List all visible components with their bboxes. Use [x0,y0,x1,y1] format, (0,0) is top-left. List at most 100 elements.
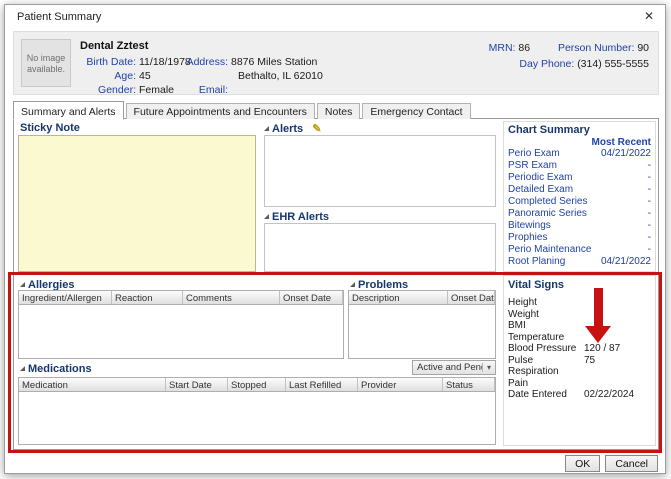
column-header-reaction[interactable]: Reaction [112,291,183,304]
sticky-note-area[interactable] [18,135,256,272]
vital-sign-row: Height [508,297,537,308]
column-header-status[interactable]: Status [443,378,495,391]
day-phone-line: Day Phone: (314) 555-5555 [489,58,649,70]
tab-strip: Summary and Alerts Future Appointments a… [13,100,473,120]
column-header-ingredient-allergen[interactable]: Ingredient/Allergen [19,291,112,304]
vital-sign-row: Pain [508,377,529,389]
dialog-footer: OK Cancel [565,455,658,472]
chart-summary-row: Completed Series - [508,196,651,207]
allergies-table: Ingredient/Allergen Reaction Comments On… [18,290,344,359]
gender-label: Gender: [98,84,136,96]
patient-header: No image available. Dental Zztest Birth … [13,31,659,96]
person-number-label: Person Number: [557,42,635,54]
summary-and-alerts-panel: Sticky Note Alerts ✎ EHR Alerts Chart Sum… [13,118,659,450]
tab-future-appointments-and-encounters[interactable]: Future Appointments and Encounters [125,103,315,119]
column-header-medication[interactable]: Medication [19,378,166,391]
patient-ids: MRN: 86 Person Number: 90 Day Phone: (31… [489,42,649,74]
chart-summary-rows: Perio Exam 04/21/2022 PSR Exam - Periodic … [508,148,651,268]
column-header-provider[interactable]: Provider [358,378,443,391]
problems-table-header: Description Onset Date [349,291,495,305]
most-recent-column-header: Most Recent [591,137,651,148]
medications-table-header: Medication Start Date Stopped Last Refil… [19,378,495,392]
address-label: Address: [186,56,228,68]
titlebar: Patient Summary ✕ [5,5,665,29]
age-label: Age: [114,70,136,82]
day-phone-label: Day Phone: [519,58,575,70]
tab-summary-and-alerts[interactable]: Summary and Alerts [13,101,124,120]
vital-sign-row-blood-pressure: Blood Pressure 120 / 87 [508,343,621,354]
problems-table: Description Onset Date [348,290,496,359]
column-header-onset-date[interactable]: Onset Date [448,291,495,304]
birth-date-label: Birth Date: [86,56,136,68]
chart-summary-row: Prophies - [508,232,651,243]
patient-contact: Address: 8876 Miles Station Bethalto, IL… [182,56,323,96]
vital-sign-row: Respiration [508,366,559,377]
patient-summary-dialog: Patient Summary ✕ No image available. De… [4,4,666,474]
patient-name: Dental Zztest [80,40,149,52]
medications-header: Medications [20,363,92,375]
patient-demographics: Birth Date: 11/18/1978 Age: 45 Gender: F… [78,56,190,96]
column-header-start-date[interactable]: Start Date [166,378,228,391]
chart-summary-row: Detailed Exam - [508,184,651,195]
vital-signs-rows: Height Weight BMI Temperature Blood Pres… [508,297,651,401]
collapse-triangle-icon[interactable] [264,214,269,219]
collapse-triangle-icon[interactable] [350,282,355,287]
window-title: Patient Summary [17,11,102,23]
collapse-triangle-icon[interactable] [20,366,25,371]
day-phone-value: (314) 555-5555 [577,58,649,70]
chart-summary-row: Perio Maintenance - [508,244,651,255]
email-value [231,84,323,96]
vital-sign-row: Temperature [508,331,565,343]
chevron-down-icon: ▾ [482,363,495,372]
vital-signs-section: Vital Signs Height Weight BMI Temperatur… [503,275,656,446]
alerts-list [264,135,496,207]
vital-sign-row: BMI [508,320,526,331]
vital-sign-row-pulse: Pulse 75 [508,354,596,366]
tab-notes[interactable]: Notes [316,103,361,119]
alerts-header: Alerts ✎ [264,122,321,135]
screen: { "window": { "title": "Patient Summary"… [0,0,671,479]
chart-summary-row: Periodic Exam - [508,172,651,183]
chart-summary-row: Bitewings - [508,220,651,231]
vital-sign-row-date-entered: Date Entered 02/22/2024 [508,389,635,400]
mrn-person-line: MRN: 86 Person Number: 90 [489,42,649,54]
chart-summary-row: Root Planing 04/21/2022 [508,256,651,267]
mrn-label: MRN: [488,42,516,54]
close-icon[interactable]: ✕ [644,9,654,23]
chart-summary-row: PSR Exam - [508,160,651,171]
person-number-value: 90 [637,42,649,54]
chart-summary-title: Chart Summary [508,124,590,136]
tab-emergency-contact[interactable]: Emergency Contact [362,103,471,119]
mrn-value: 86 [518,42,531,54]
medications-table: Medication Start Date Stopped Last Refil… [18,377,496,445]
column-header-onset-date[interactable]: Onset Date [280,291,343,304]
address-value-line2: Bethalto, IL 62010 [238,70,323,82]
column-header-description[interactable]: Description [349,291,448,304]
address-label-spacer [182,70,228,82]
email-label: Email: [198,84,228,96]
medications-filter-value: Active and Pending [417,362,482,373]
vital-sign-row: Weight [508,308,539,320]
edit-pencil-icon[interactable]: ✎ [312,123,321,135]
patient-photo-placeholder: No image available. [21,39,71,87]
sticky-note-title: Sticky Note [20,122,80,134]
ehr-alerts-header: EHR Alerts [264,211,329,223]
medications-title: Medications [28,363,92,375]
chart-summary-section: Chart Summary Most Recent Perio Exam 04/2… [503,121,656,272]
collapse-triangle-icon[interactable] [264,126,269,131]
ok-button[interactable]: OK [565,455,601,472]
ehr-alerts-list [264,223,496,272]
cancel-button[interactable]: Cancel [605,455,658,472]
vital-signs-title: Vital Signs [508,279,565,291]
column-header-comments[interactable]: Comments [183,291,280,304]
column-header-stopped[interactable]: Stopped [228,378,286,391]
address-value-line1: 8876 Miles Station [231,56,318,68]
chart-summary-row: Panoramic Series - [508,208,651,219]
chart-summary-row: Perio Exam 04/21/2022 [508,148,651,159]
alerts-title: Alerts [272,123,304,135]
ehr-alerts-title: EHR Alerts [272,211,330,223]
medications-filter-dropdown[interactable]: Active and Pending ▾ [412,360,496,375]
column-header-last-refilled[interactable]: Last Refilled [286,378,358,391]
allergies-table-header: Ingredient/Allergen Reaction Comments On… [19,291,343,305]
collapse-triangle-icon[interactable] [20,282,25,287]
